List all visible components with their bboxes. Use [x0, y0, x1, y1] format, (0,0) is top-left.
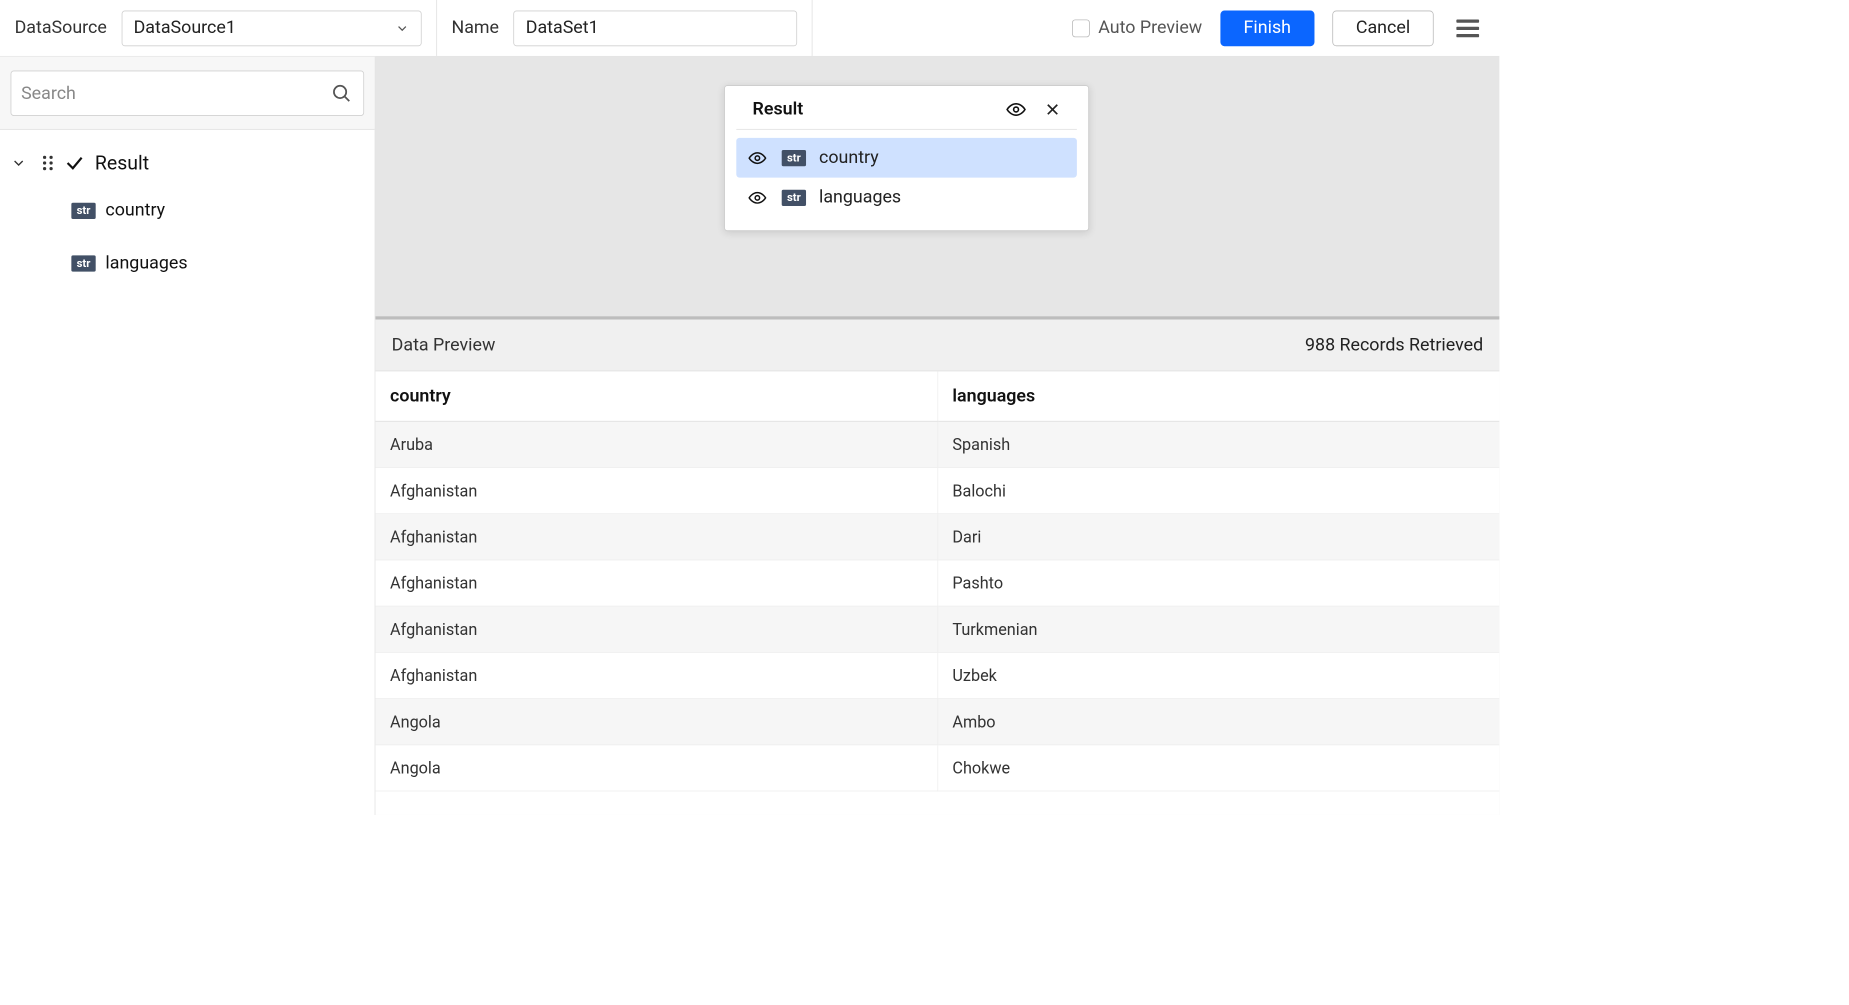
type-badge-str: str [71, 202, 95, 218]
table-cell: Angola [375, 745, 937, 791]
tree-root-result[interactable]: Result [6, 142, 368, 184]
table-cell: Balochi [937, 467, 1499, 513]
preview-table: country languages ArubaSpanishAfghanista… [375, 371, 1499, 791]
table-row[interactable]: AfghanistanTurkmenian [375, 606, 1499, 652]
tree-root-label: Result [95, 152, 149, 175]
drag-handle-icon[interactable] [41, 155, 54, 171]
table-row[interactable]: AngolaAmbo [375, 699, 1499, 745]
table-row[interactable]: AfghanistanBalochi [375, 467, 1499, 513]
table-cell: Afghanistan [375, 467, 937, 513]
column-header-country[interactable]: country [375, 371, 937, 421]
search-icon[interactable] [329, 83, 353, 104]
main-panel: Result str country [375, 57, 1499, 815]
checkbox-icon [1072, 19, 1090, 37]
tree-field-languages[interactable]: str languages [6, 237, 368, 290]
tree-field-country[interactable]: str country [6, 184, 368, 237]
finish-button[interactable]: Finish [1220, 10, 1314, 46]
data-preview-title: Data Preview [392, 335, 496, 355]
tree-field-label: country [105, 200, 165, 220]
chevron-down-icon [395, 21, 410, 36]
result-field-label: country [819, 148, 879, 168]
type-badge-str: str [782, 189, 806, 205]
table-cell: Uzbek [937, 652, 1499, 698]
eye-icon[interactable] [746, 189, 769, 207]
table-cell: Aruba [375, 421, 937, 467]
schema-sidebar: Result str country str languages [0, 57, 375, 815]
auto-preview-toggle[interactable]: Auto Preview [1072, 18, 1202, 38]
auto-preview-label: Auto Preview [1098, 18, 1202, 38]
table-cell: Dari [937, 514, 1499, 560]
table-row[interactable]: AfghanistanDari [375, 514, 1499, 560]
column-header-languages[interactable]: languages [937, 371, 1499, 421]
table-row[interactable]: AfghanistanPashto [375, 560, 1499, 606]
cancel-button[interactable]: Cancel [1332, 10, 1433, 46]
table-cell: Spanish [937, 421, 1499, 467]
name-label: Name [451, 18, 499, 38]
eye-icon[interactable] [1004, 99, 1028, 118]
table-cell: Afghanistan [375, 606, 937, 652]
data-preview-panel: Data Preview 988 Records Retrieved count… [375, 316, 1499, 815]
table-cell: Angola [375, 699, 937, 745]
result-field-languages[interactable]: str languages [736, 178, 1077, 218]
table-cell: Afghanistan [375, 652, 937, 698]
tree-field-label: languages [105, 253, 187, 273]
eye-icon[interactable] [746, 149, 769, 167]
table-cell: Pashto [937, 560, 1499, 606]
search-input-wrapper [11, 71, 365, 116]
dataset-name-input[interactable] [514, 10, 798, 46]
table-cell: Afghanistan [375, 560, 937, 606]
table-cell: Chokwe [937, 745, 1499, 791]
table-cell: Afghanistan [375, 514, 937, 560]
check-icon [64, 152, 85, 173]
search-input[interactable] [21, 83, 329, 103]
close-icon[interactable] [1044, 101, 1060, 117]
menu-button[interactable] [1456, 19, 1479, 37]
table-cell: Turkmenian [937, 606, 1499, 652]
table-row[interactable]: AfghanistanUzbek [375, 652, 1499, 698]
datasource-label: DataSource [15, 18, 107, 38]
records-retrieved-text: 988 Records Retrieved [1305, 335, 1483, 355]
result-field-label: languages [819, 187, 901, 207]
table-cell: Ambo [937, 699, 1499, 745]
result-field-country[interactable]: str country [736, 138, 1077, 178]
datasource-value: DataSource1 [134, 18, 236, 38]
schema-tree: Result str country str languages [0, 130, 375, 302]
type-badge-str: str [71, 255, 95, 271]
result-card-title: Result [753, 99, 804, 119]
chevron-down-icon [11, 155, 27, 171]
datasource-select[interactable]: DataSource1 [121, 10, 421, 46]
top-toolbar: DataSource DataSource1 Name Auto Preview… [0, 0, 1499, 57]
table-row[interactable]: AngolaChokwe [375, 745, 1499, 791]
table-row[interactable]: ArubaSpanish [375, 421, 1499, 467]
table-header-row: country languages [375, 371, 1499, 421]
type-badge-str: str [782, 150, 806, 166]
result-card: Result str country [724, 85, 1089, 231]
